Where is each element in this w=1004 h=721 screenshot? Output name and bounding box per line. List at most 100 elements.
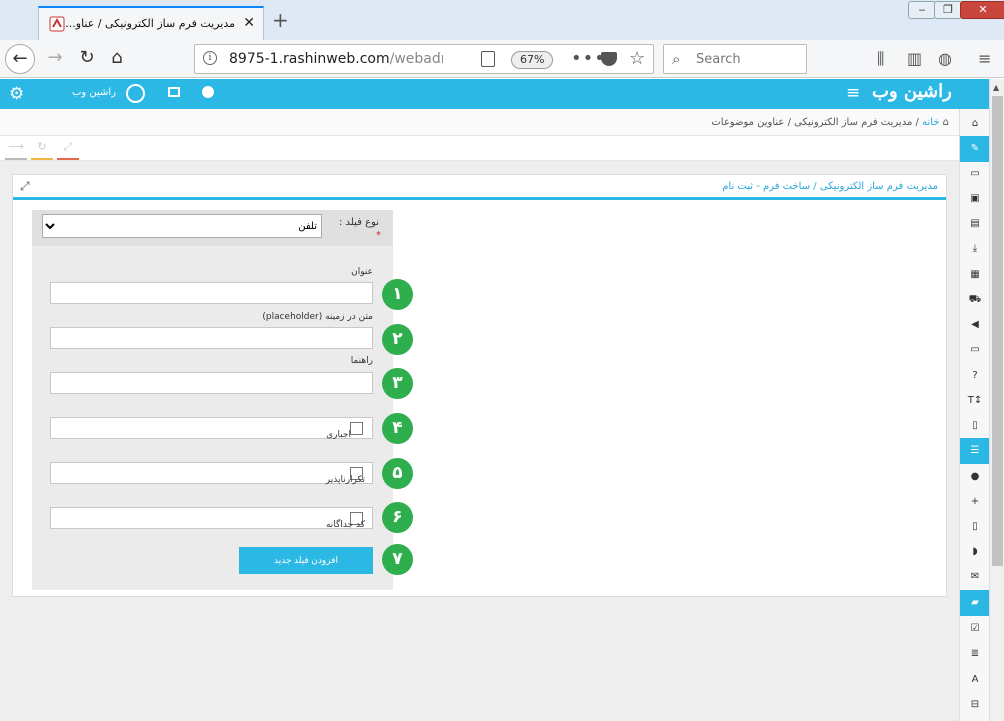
placeholder-input[interactable]: [50, 327, 373, 349]
hamburger-menu-icon[interactable]: ≡: [846, 83, 860, 103]
breadcrumb-bar: ⌂ خانه / مدیریت فرم ساز الکترونیکی / عنا…: [0, 109, 959, 136]
browser-tab[interactable]: مدیریت فرم ساز الکترونیکی / عناو... ✕: [38, 6, 264, 40]
sidebar-folder-icon[interactable]: ▰: [960, 590, 990, 616]
required-checkbox[interactable]: [350, 422, 363, 435]
unique-field-row: [50, 462, 373, 484]
sidebar-envelope-icon[interactable]: ✉: [960, 564, 990, 590]
help-label: راهنما: [350, 356, 373, 366]
sidebar-toggle-icon[interactable]: ▥: [907, 49, 922, 68]
globe-icon[interactable]: ◍: [938, 49, 952, 68]
home-button[interactable]: ⌂: [102, 44, 132, 74]
field-type-select[interactable]: تلفن: [42, 214, 322, 238]
fullscreen-icon[interactable]: ⤢: [57, 140, 79, 160]
url-bar[interactable]: i 8975-1.rashinweb.com/webadmin/ 67% •••…: [194, 44, 654, 74]
sidebar-check-icon[interactable]: ☑: [960, 616, 990, 642]
maximize-button[interactable]: ❐: [934, 1, 962, 19]
annotation-badge-2: ۲: [382, 324, 413, 355]
scrollbar-thumb[interactable]: [992, 96, 1003, 566]
sidebar-text-height-icon[interactable]: T↕: [960, 388, 990, 414]
field-type-row: نوع فیلد : * تلفن: [32, 210, 393, 246]
help-input[interactable]: [50, 372, 373, 394]
sidebar-download-icon[interactable]: ⤓: [960, 236, 990, 262]
refresh-icon[interactable]: ↻: [31, 140, 53, 160]
title-input[interactable]: [50, 282, 373, 304]
sidebar-inbox-icon[interactable]: ⊟: [960, 692, 990, 718]
search-icon: ⌕: [672, 50, 681, 68]
breadcrumb-item[interactable]: مدیریت فرم ساز الکترونیکی: [794, 117, 912, 128]
annotation-badge-3: ۳: [382, 368, 413, 399]
user-avatar-icon[interactable]: [126, 84, 145, 103]
sidebar-font-icon[interactable]: A: [960, 667, 990, 693]
browser-navbar: ← → ↻ ⌂ i 8975-1.rashinweb.com/webadmin/…: [0, 40, 1004, 78]
messages-icon[interactable]: [168, 87, 180, 97]
reader-view-icon[interactable]: [481, 51, 495, 67]
annotation-badge-5: ۵: [382, 458, 413, 489]
brand-logo[interactable]: راشین وب: [872, 81, 952, 102]
tab-close-icon[interactable]: ✕: [243, 15, 255, 31]
breadcrumb-home[interactable]: خانه: [922, 117, 939, 128]
annotation-badge-7: ۷: [382, 544, 413, 575]
sidebar-user-icon[interactable]: ●: [960, 464, 990, 490]
sidebar-mobile-icon[interactable]: ▯: [960, 514, 990, 540]
sidebar-home-icon[interactable]: ⌂: [960, 111, 990, 137]
tab-title: مدیریت فرم ساز الکترونیکی / عناو...: [65, 17, 235, 30]
sidebar-forms-icon[interactable]: ☰: [960, 438, 990, 464]
tools-bar: ⟶ ↻ ⤢: [0, 137, 959, 161]
site-favicon-icon: [49, 16, 65, 32]
unique-checkbox-label: تکرارناپذیر: [325, 475, 365, 485]
reload-button[interactable]: ↻: [72, 44, 102, 74]
back-button[interactable]: ←: [5, 44, 35, 74]
required-checkbox-label: اجباری: [326, 430, 351, 440]
sidebar-list-icon[interactable]: ≣: [960, 641, 990, 667]
field-type-label: نوع فیلد :: [339, 217, 379, 228]
add-field-button[interactable]: افزودن فیلد جدید: [239, 547, 373, 574]
site-info-icon[interactable]: i: [203, 51, 217, 65]
bookmark-star-icon[interactable]: ☆: [629, 48, 645, 69]
sidebar-file-icon[interactable]: ▤: [960, 211, 990, 237]
breadcrumb: ⌂ خانه / مدیریت فرم ساز الکترونیکی / عنا…: [711, 117, 949, 128]
browser-menu-icon[interactable]: ≡: [978, 49, 991, 68]
browser-titlebar: مدیریت فرم ساز الکترونیکی / عناو... ✕ + …: [0, 0, 1004, 40]
annotation-badge-6: ۶: [382, 502, 413, 533]
home-icon[interactable]: ⌂: [943, 117, 949, 128]
settings-gear-icon[interactable]: ⚙: [9, 84, 24, 104]
sidebar-edit-icon[interactable]: ✎: [960, 136, 990, 162]
user-name[interactable]: راشین وب: [72, 87, 116, 98]
placeholder-label: متن در زمینه (placeholder): [262, 312, 373, 322]
unique-code-field-row: [50, 507, 373, 529]
main-area: ⤢ مدیریت فرم ساز الکترونیکی / ساخت فرم -…: [0, 161, 959, 721]
forward-button[interactable]: →: [40, 44, 70, 74]
scroll-up-icon[interactable]: ▲: [993, 83, 999, 92]
right-sidebar: ⌂ ✎ ▭ ▣ ▤ ⤓ ▦ ⛟ ◀ ▭ ? T↕ ▯ ☰ ● + ▯ ◗ ✉ ▰…: [959, 109, 990, 721]
vertical-scrollbar[interactable]: ▲: [989, 79, 1004, 721]
sidebar-cart-icon[interactable]: ⛟: [960, 287, 990, 313]
sidebar-card-icon[interactable]: ▭: [960, 161, 990, 187]
url-text[interactable]: 8975-1.rashinweb.com/webadmin/: [229, 51, 443, 67]
sidebar-film-icon[interactable]: ▦: [960, 262, 990, 288]
sidebar-question-icon[interactable]: ?: [960, 363, 990, 389]
unique-code-checkbox-label: کد جداگانه: [325, 520, 365, 530]
sidebar-add-user-icon[interactable]: +: [960, 489, 990, 515]
sidebar-comments-icon[interactable]: ◗: [960, 539, 990, 565]
annotation-badge-4: ۴: [382, 413, 413, 444]
sidebar-document-icon[interactable]: ▯: [960, 413, 990, 439]
minimize-button[interactable]: ‒: [908, 1, 936, 19]
expand-icon[interactable]: ⤢: [20, 179, 30, 194]
form-panel: ⤢ مدیریت فرم ساز الکترونیکی / ساخت فرم -…: [12, 174, 947, 597]
search-placeholder: Search: [696, 52, 741, 67]
app-header: ⚙ راشین وب ≡ راشین وب: [0, 79, 1004, 109]
window-close-button[interactable]: ✕: [960, 1, 1004, 19]
sidebar-image-icon[interactable]: ▣: [960, 186, 990, 212]
new-tab-button[interactable]: +: [272, 8, 289, 32]
pocket-icon[interactable]: [601, 52, 617, 66]
search-box[interactable]: ⌕ Search: [663, 44, 807, 74]
website-globe-icon[interactable]: [202, 86, 214, 98]
required-mark: *: [376, 230, 381, 241]
minimize-panel-icon[interactable]: ⟶: [5, 140, 27, 160]
sidebar-monitor-icon[interactable]: ▭: [960, 337, 990, 363]
panel-header: ⤢ مدیریت فرم ساز الکترونیکی / ساخت فرم -…: [13, 175, 946, 200]
zoom-indicator[interactable]: 67%: [511, 51, 554, 69]
annotation-badge-1: ۱: [382, 279, 413, 310]
library-icon[interactable]: ⫼: [877, 49, 884, 69]
sidebar-volume-icon[interactable]: ◀: [960, 312, 990, 338]
